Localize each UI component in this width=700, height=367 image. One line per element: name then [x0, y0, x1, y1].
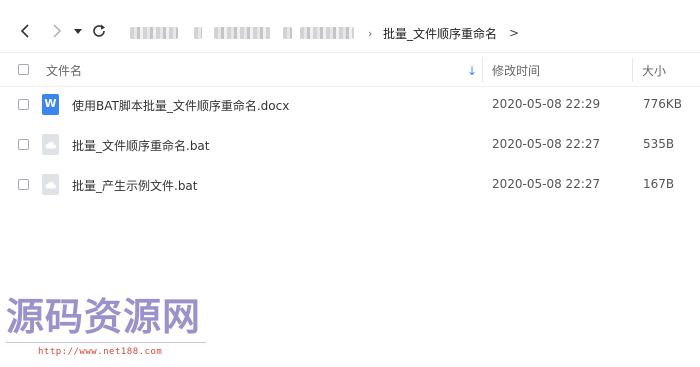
file-row[interactable]: 批量_产生示例文件.bat 2020-05-08 22:27 167B [0, 165, 700, 205]
chevron-left-icon [20, 24, 29, 38]
refresh-button[interactable] [91, 23, 107, 39]
breadcrumb-expand-arrow[interactable]: > [509, 26, 519, 40]
back-button[interactable] [18, 23, 34, 39]
breadcrumb-current-folder[interactable]: 批量_文件顺序重命名 [383, 25, 497, 42]
watermark-divider [6, 342, 206, 343]
blurred-path-segment[interactable] [214, 27, 270, 39]
breadcrumb-separator: › [368, 27, 373, 40]
row-checkbox[interactable] [18, 179, 29, 190]
file-name[interactable]: 批量_产生示例文件.bat [72, 177, 198, 194]
column-divider[interactable] [482, 58, 483, 82]
file-size: 167B [643, 177, 675, 191]
file-modified-date: 2020-05-08 22:27 [492, 177, 601, 191]
history-dropdown-button[interactable] [73, 26, 83, 36]
select-all-checkbox[interactable] [18, 64, 29, 75]
column-divider[interactable] [632, 58, 633, 82]
blurred-path-separator [194, 27, 202, 39]
watermark-url: http://www.net188.com [38, 347, 163, 357]
blurred-path-separator [283, 27, 292, 39]
word-doc-icon: W [42, 94, 59, 115]
file-size: 776KB [643, 97, 683, 111]
file-modified-date: 2020-05-08 22:27 [492, 137, 601, 151]
sort-down-icon[interactable]: ↓ [467, 64, 477, 78]
watermark-logo-text: 源码资源网 [6, 295, 202, 339]
address-bar: › 批量_文件顺序重命名 > [0, 0, 700, 53]
bat-file-icon [42, 174, 59, 195]
chevron-right-icon [53, 24, 62, 38]
file-modified-date: 2020-05-08 22:29 [492, 97, 601, 111]
file-row[interactable]: W 使用BAT脚本批量_文件顺序重命名.docx 2020-05-08 22:2… [0, 85, 700, 125]
blurred-path-segment[interactable] [300, 27, 354, 39]
column-header-modified[interactable]: 修改时间 [492, 62, 540, 79]
column-header-name[interactable]: 文件名 [46, 62, 82, 79]
blurred-path-segment[interactable] [130, 27, 178, 39]
file-size: 535B [643, 137, 675, 151]
file-list-header: 文件名 ↓ 修改时间 大小 [0, 53, 700, 87]
file-name[interactable]: 使用BAT脚本批量_文件顺序重命名.docx [72, 97, 289, 114]
forward-button[interactable] [48, 23, 64, 39]
file-row[interactable]: 批量_文件顺序重命名.bat 2020-05-08 22:27 535B [0, 125, 700, 165]
caret-down-icon [74, 29, 82, 34]
file-name[interactable]: 批量_文件顺序重命名.bat [72, 137, 210, 154]
row-checkbox[interactable] [18, 139, 29, 150]
refresh-icon [93, 24, 105, 37]
bat-file-icon [42, 134, 59, 155]
row-checkbox[interactable] [18, 99, 29, 110]
column-header-size[interactable]: 大小 [642, 62, 666, 79]
